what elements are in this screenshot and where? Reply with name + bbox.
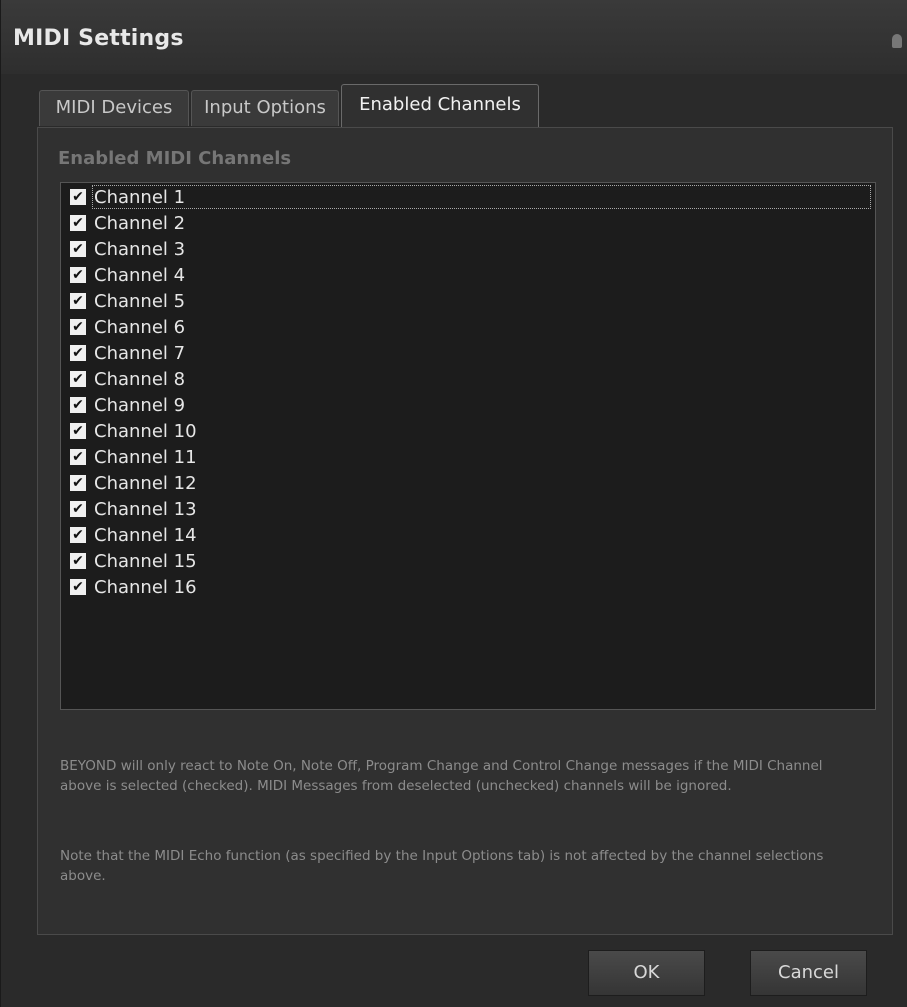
checkmark-icon[interactable]: ✔ [70,267,86,283]
channel-label: Channel 13 [94,498,197,520]
midi-settings-window: MIDI Settings MIDI Devices Input Options… [0,0,907,1007]
enabled-channels-panel: Enabled MIDI Channels ✔ Channel 1 ✔ Channel… [37,127,893,935]
checkmark-icon[interactable]: ✔ [70,475,86,491]
checkmark-icon[interactable]: ✔ [70,319,86,335]
checkmark-icon[interactable]: ✔ [70,293,86,309]
checkmark-icon[interactable]: ✔ [70,371,86,387]
checkmark-icon[interactable]: ✔ [70,553,86,569]
channel-label: Channel 16 [94,576,197,598]
channel-item[interactable]: ✔ Channel 14 [66,523,872,547]
channel-item[interactable]: ✔ Channel 13 [66,497,872,521]
channel-item[interactable]: ✔ Channel 9 [66,393,872,417]
channel-label: Channel 11 [94,446,197,468]
channel-label: Channel 7 [94,342,186,364]
channel-item[interactable]: ✔ Channel 10 [66,419,872,443]
channel-item[interactable]: ✔ Channel 5 [66,289,872,313]
channel-item[interactable]: ✔ Channel 7 [66,341,872,365]
channel-label: Channel 10 [94,420,197,442]
tab-input-options[interactable]: Input Options [191,90,339,126]
channel-label: Channel 3 [94,238,186,260]
group-title: Enabled MIDI Channels [58,148,292,169]
channel-label: Channel 15 [94,550,197,572]
channel-label: Channel 9 [94,394,186,416]
pin-icon[interactable] [892,34,902,48]
title-bar[interactable]: MIDI Settings [1,0,907,74]
ok-button[interactable]: OK [588,950,705,996]
checkmark-icon[interactable]: ✔ [70,527,86,543]
channel-item[interactable]: ✔ Channel 1 [66,185,872,209]
help-text-1: BEYOND will only react to Note On, Note … [60,758,823,794]
checkmark-icon[interactable]: ✔ [70,397,86,413]
channel-label: Channel 5 [94,290,186,312]
channel-label: Channel 4 [94,264,186,286]
checkmark-icon[interactable]: ✔ [70,423,86,439]
channel-label: Channel 14 [94,524,197,546]
channel-item[interactable]: ✔ Channel 15 [66,549,872,573]
channel-item[interactable]: ✔ Channel 2 [66,211,872,235]
tab-midi-devices[interactable]: MIDI Devices [39,90,189,126]
channel-label: Channel 6 [94,316,186,338]
channel-item[interactable]: ✔ Channel 16 [66,575,872,599]
channel-label: Channel 1 [94,186,186,208]
checkmark-icon[interactable]: ✔ [70,215,86,231]
checkmark-icon[interactable]: ✔ [70,345,86,361]
window-title: MIDI Settings [13,26,184,51]
checkmark-icon[interactable]: ✔ [70,449,86,465]
checkmark-icon[interactable]: ✔ [70,501,86,517]
checkmark-icon[interactable]: ✔ [70,189,86,205]
channel-item[interactable]: ✔ Channel 8 [66,367,872,391]
channel-label: Channel 8 [94,368,186,390]
channel-item[interactable]: ✔ Channel 3 [66,237,872,261]
channel-item[interactable]: ✔ Channel 12 [66,471,872,495]
cancel-button[interactable]: Cancel [750,950,867,996]
channel-label: Channel 12 [94,472,197,494]
channel-item[interactable]: ✔ Channel 6 [66,315,872,339]
help-text-2: Note that the MIDI Echo function (as spe… [60,848,824,884]
channel-item[interactable]: ✔ Channel 4 [66,263,872,287]
channel-item[interactable]: ✔ Channel 11 [66,445,872,469]
channel-listbox[interactable]: ✔ Channel 1 ✔ Channel 2 ✔ Channel 3 ✔ Channel 4… [60,182,876,710]
checkmark-icon[interactable]: ✔ [70,241,86,257]
channel-label: Channel 2 [94,212,186,234]
tab-enabled-channels[interactable]: Enabled Channels [341,84,539,128]
checkmark-icon[interactable]: ✔ [70,579,86,595]
